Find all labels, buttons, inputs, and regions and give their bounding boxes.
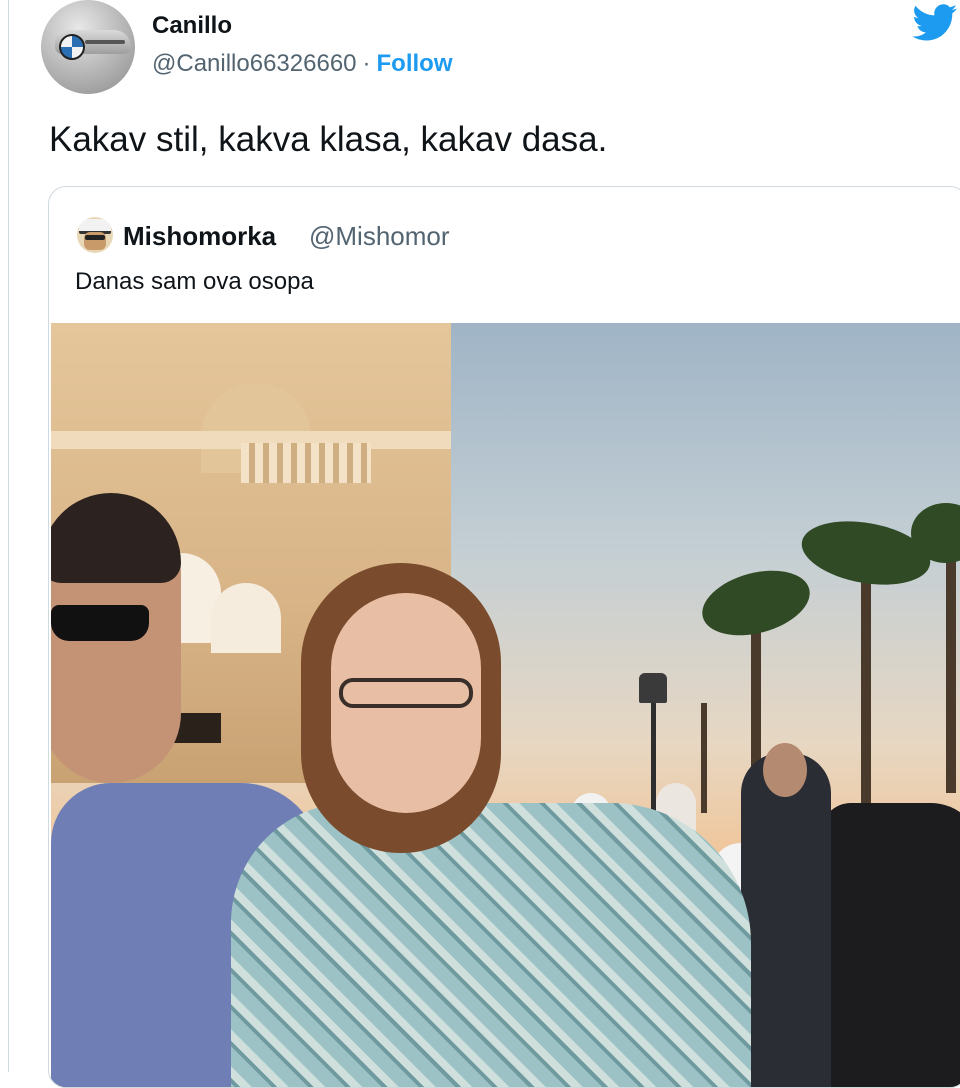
quoted-tweet-text: Danas sam ova osopa (75, 268, 314, 295)
palm-tree-fronds (695, 559, 817, 647)
sunglasses (51, 605, 149, 641)
avatar-badge-shape (59, 34, 85, 60)
author-handle[interactable]: @Canillo66326660 (152, 50, 357, 77)
quoted-tweet-card[interactable]: Mishomorka @Mishomor Danas sam ova osopa (48, 186, 960, 1088)
quoted-author-name[interactable]: Mishomorka (123, 221, 276, 252)
author-avatar[interactable] (41, 0, 135, 94)
man-in-suit (741, 753, 831, 1087)
twitter-bird-icon[interactable] (912, 4, 958, 42)
avatar-glasses-shape (85, 235, 105, 240)
palm-tree-trunk (946, 543, 956, 793)
follow-button[interactable]: Follow (377, 50, 453, 77)
embedded-tweet: Canillo @Canillo66326660 · Follow Kakav st… (9, 0, 960, 1088)
building-arch (211, 583, 281, 653)
black-car (821, 803, 960, 1087)
tweet-photo[interactable] (51, 323, 960, 1087)
separator-dot: · (362, 50, 371, 77)
quoted-author-handle[interactable]: @Mishomor (309, 221, 450, 252)
palm-tree-trunk (861, 563, 871, 803)
man-in-suit-head (763, 743, 807, 797)
man-patterned-shirt (231, 803, 751, 1087)
avatar-trim-shape (85, 40, 125, 44)
author-name[interactable]: Canillo (152, 12, 232, 40)
building-balcony (241, 443, 371, 483)
palm-tree-trunk (701, 703, 707, 813)
eyeglasses (339, 678, 473, 708)
author-handle-row: @Canillo66326660 · Follow (152, 50, 453, 78)
tweet-text: Kakav stil, kakva klasa, kakav dasa. (49, 120, 608, 159)
quoted-author-avatar[interactable] (77, 217, 113, 253)
street-lamp-head (639, 673, 667, 703)
